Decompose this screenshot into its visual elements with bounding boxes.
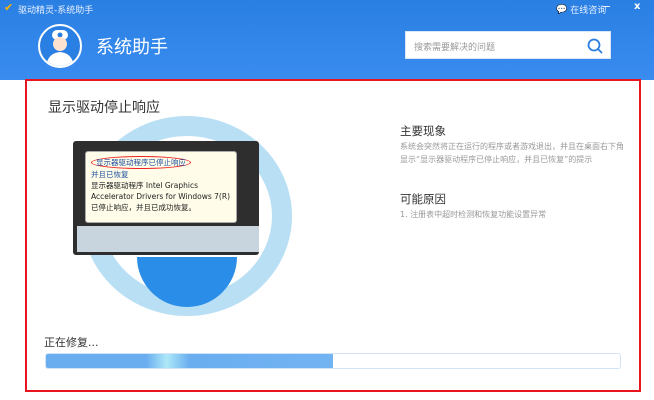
popup-line-4: Accelerator Drivers for Windows 7(R) — [91, 192, 230, 201]
minimize-button[interactable]: − — [602, 0, 611, 13]
app-logo-icon: ✔ — [4, 1, 14, 14]
symptom-text: 系统会突然将正在运行的程序或者游戏退出，并且在桌面右下角显示“显示器驱动程序已停… — [400, 142, 624, 164]
progress-fill — [46, 354, 333, 368]
symptom-heading: 主要现象 — [400, 124, 446, 138]
chat-icon: 💬 — [556, 4, 568, 15]
search-placeholder: 搜索需要解决的问题 — [414, 43, 496, 53]
popup-line-2: 并且已恢复 — [91, 170, 129, 179]
window-title: 驱动精灵-系统助手 — [18, 6, 94, 16]
consult-label: 在线咨询 — [570, 6, 607, 16]
doctor-avatar-icon — [38, 24, 82, 68]
page-heading: 系统助手 — [96, 37, 168, 58]
issue-title: 显示驱动停止响应 — [48, 100, 160, 116]
title-bar: ✔ 驱动精灵-系统助手 💬 在线咨询 − x — [0, 0, 654, 18]
close-button[interactable]: x — [634, 1, 640, 12]
popup-line-3: 显示器驱动程序 Intel Graphics — [91, 181, 198, 190]
search-icon[interactable] — [586, 37, 604, 55]
taskbar — [77, 226, 259, 252]
progress-label: 正在修复... — [44, 336, 99, 349]
cause-text: 1. 注册表中超时检测和恢复功能设置异常 — [400, 210, 547, 219]
popup-line-5: 已停止响应，并且已成功恢复。 — [91, 203, 196, 212]
issue-panel: 显示驱动停止响应 显示器驱动程序已停止响应 并且已恢复 显示器驱动程序 Inte… — [25, 79, 641, 392]
online-consult-button[interactable]: 💬 在线咨询 — [556, 3, 607, 17]
search-input[interactable]: 搜索需要解决的问题 — [405, 31, 611, 59]
error-popup: 显示器驱动程序已停止响应 并且已恢复 显示器驱动程序 Intel Graphic… — [85, 151, 237, 223]
popup-line-1: 显示器驱动程序已停止响应 — [91, 156, 191, 169]
repair-progress-bar — [45, 353, 621, 369]
cause-heading: 可能原因 — [400, 192, 446, 206]
app-header: ✔ 驱动精灵-系统助手 💬 在线咨询 − x 系统助手 搜索需要解决的问题 — [0, 0, 654, 80]
